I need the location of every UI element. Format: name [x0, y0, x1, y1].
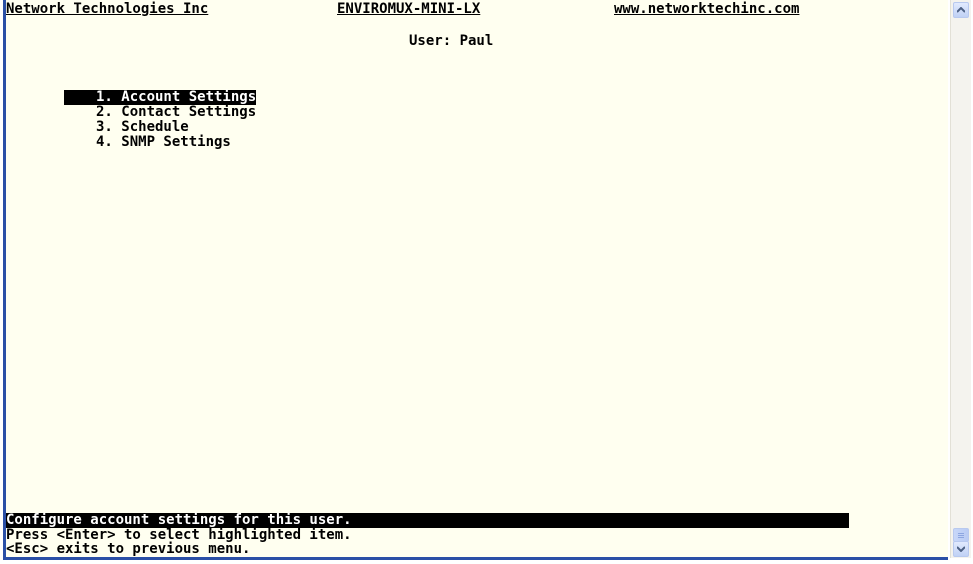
menu-item-schedule[interactable]: 3. Schedule	[96, 120, 189, 135]
vertical-scrollbar[interactable]	[950, 0, 971, 558]
current-user: User: Paul	[409, 33, 494, 49]
scroll-up-button[interactable]	[953, 2, 969, 18]
status-message: Configure account settings for this user…	[6, 512, 352, 528]
terminal-window: Network Technologies Inc ENVIROMUX-MINI-…	[0, 0, 973, 564]
window-frame-bottom	[3, 557, 948, 560]
menu-item-contact-settings[interactable]: 2. Contact Settings	[96, 105, 256, 120]
scroll-down-button[interactable]	[953, 541, 969, 557]
thumb-grip-line	[958, 535, 964, 536]
scroll-thumb[interactable]	[953, 528, 969, 542]
esc-hint: <Esc> exits to previous menu.	[6, 541, 251, 557]
product-name: ENVIROMUX-MINI-LX	[337, 1, 481, 17]
chevron-down-icon	[957, 546, 965, 552]
terminal-screen[interactable]: Network Technologies Inc ENVIROMUX-MINI-…	[6, 0, 948, 557]
company-name: Network Technologies Inc	[6, 1, 209, 17]
menu-item-snmp-settings[interactable]: 4. SNMP Settings	[96, 135, 231, 150]
chevron-up-icon	[957, 7, 965, 13]
thumb-grip-line	[958, 537, 964, 538]
menu-item-account-settings[interactable]: 1. Account Settings	[64, 90, 257, 105]
thumb-grip-line	[958, 533, 964, 534]
website-link: www.networktechinc.com	[614, 1, 800, 17]
